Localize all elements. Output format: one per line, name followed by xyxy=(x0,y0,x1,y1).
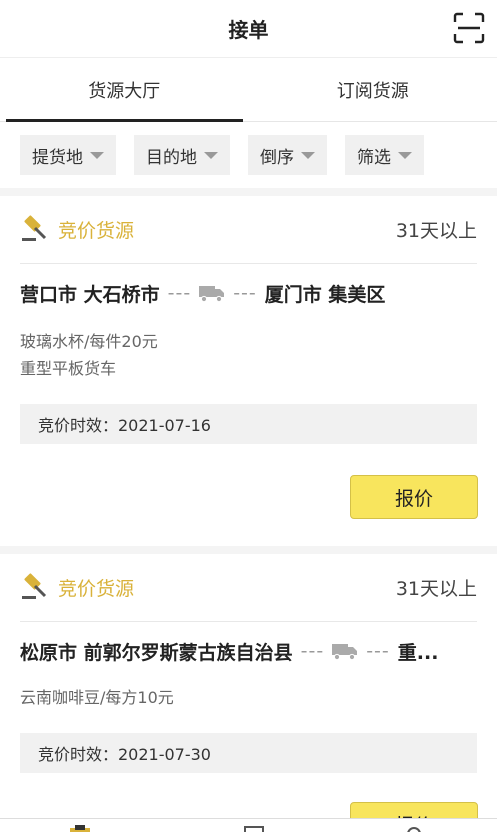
divider xyxy=(0,188,497,196)
bid-expiry: 竞价时效：2021-07-30 xyxy=(20,733,477,773)
quote-button[interactable]: 报价 xyxy=(350,475,478,519)
bottom-nav xyxy=(0,818,497,832)
caret-down-icon xyxy=(204,151,218,159)
card-header: 竞价货源 31天以上 xyxy=(20,196,477,264)
gavel-icon xyxy=(20,212,52,248)
cargo-description: 玻璃水杯/每件20元 xyxy=(20,332,158,351)
route-origin: 营口市 大石桥市 xyxy=(20,283,160,306)
filter-screen[interactable]: 筛选 xyxy=(345,135,424,175)
quote-button[interactable]: 报价 xyxy=(350,802,478,818)
caret-down-icon xyxy=(398,151,412,159)
route-dash: --- xyxy=(233,282,257,304)
page-title: 接单 xyxy=(228,18,269,42)
filter-pickup[interactable]: 提货地 xyxy=(20,135,116,175)
caret-down-icon xyxy=(90,151,104,159)
vehicle-type: 重型平板货车 xyxy=(20,359,117,378)
filter-destination-label: 目的地 xyxy=(146,147,197,168)
route-dash: --- xyxy=(167,282,192,304)
route-dash: --- xyxy=(366,640,390,662)
route: 松原市 前郭尔罗斯蒙古族自治县 --- --- 重... xyxy=(20,626,477,676)
route-dash: --- xyxy=(300,640,325,662)
cargo-card[interactable]: 竞价货源 31天以上 松原市 前郭尔罗斯蒙古族自治县 --- --- 重... … xyxy=(0,554,497,818)
cargo-description: 云南咖啡豆/每方10元 xyxy=(20,688,174,707)
document-nav-icon[interactable] xyxy=(240,823,268,832)
header: 接单 xyxy=(0,0,497,58)
scan-icon[interactable] xyxy=(453,12,485,44)
time-label: 31天以上 xyxy=(395,220,477,242)
bid-type-label: 竞价货源 xyxy=(58,220,135,242)
truck-icon xyxy=(332,642,358,661)
filter-bar: 提货地 目的地 倒序 筛选 xyxy=(0,122,497,188)
cargo-info: 云南咖啡豆/每方10元 xyxy=(20,684,477,711)
filter-sort-desc[interactable]: 倒序 xyxy=(248,135,327,175)
route-origin: 松原市 前郭尔罗斯蒙古族自治县 xyxy=(20,641,293,664)
cargo-info: 玻璃水杯/每件20元 重型平板货车 xyxy=(20,328,477,382)
orders-nav-icon[interactable] xyxy=(66,823,94,832)
route-destination: 厦门市 集美区 xyxy=(264,283,386,306)
truck-icon xyxy=(199,284,225,303)
cargo-card[interactable]: 竞价货源 31天以上 营口市 大石桥市 --- --- 厦门市 集美区 玻璃水杯… xyxy=(0,196,497,546)
route: 营口市 大石桥市 --- --- 厦门市 集美区 xyxy=(20,268,477,318)
gavel-icon xyxy=(20,570,52,606)
route-destination: 重... xyxy=(397,641,439,664)
tab-subscribed-cargo[interactable]: 订阅货源 xyxy=(249,58,497,121)
bid-expiry: 竞价时效：2021-07-16 xyxy=(20,404,477,444)
tab-cargo-hall[interactable]: 货源大厅 xyxy=(0,58,249,122)
caret-down-icon xyxy=(301,151,315,159)
time-label: 31天以上 xyxy=(395,578,477,600)
profile-nav-icon[interactable] xyxy=(400,823,428,832)
tab-bar: 货源大厅 订阅货源 xyxy=(0,58,497,122)
bid-type-label: 竞价货源 xyxy=(58,578,135,600)
filter-destination[interactable]: 目的地 xyxy=(134,135,230,175)
filter-pickup-label: 提货地 xyxy=(32,147,83,168)
divider xyxy=(0,546,497,554)
card-header: 竞价货源 31天以上 xyxy=(20,554,477,622)
filter-sort-label: 倒序 xyxy=(260,147,294,168)
filter-screen-label: 筛选 xyxy=(357,147,391,168)
